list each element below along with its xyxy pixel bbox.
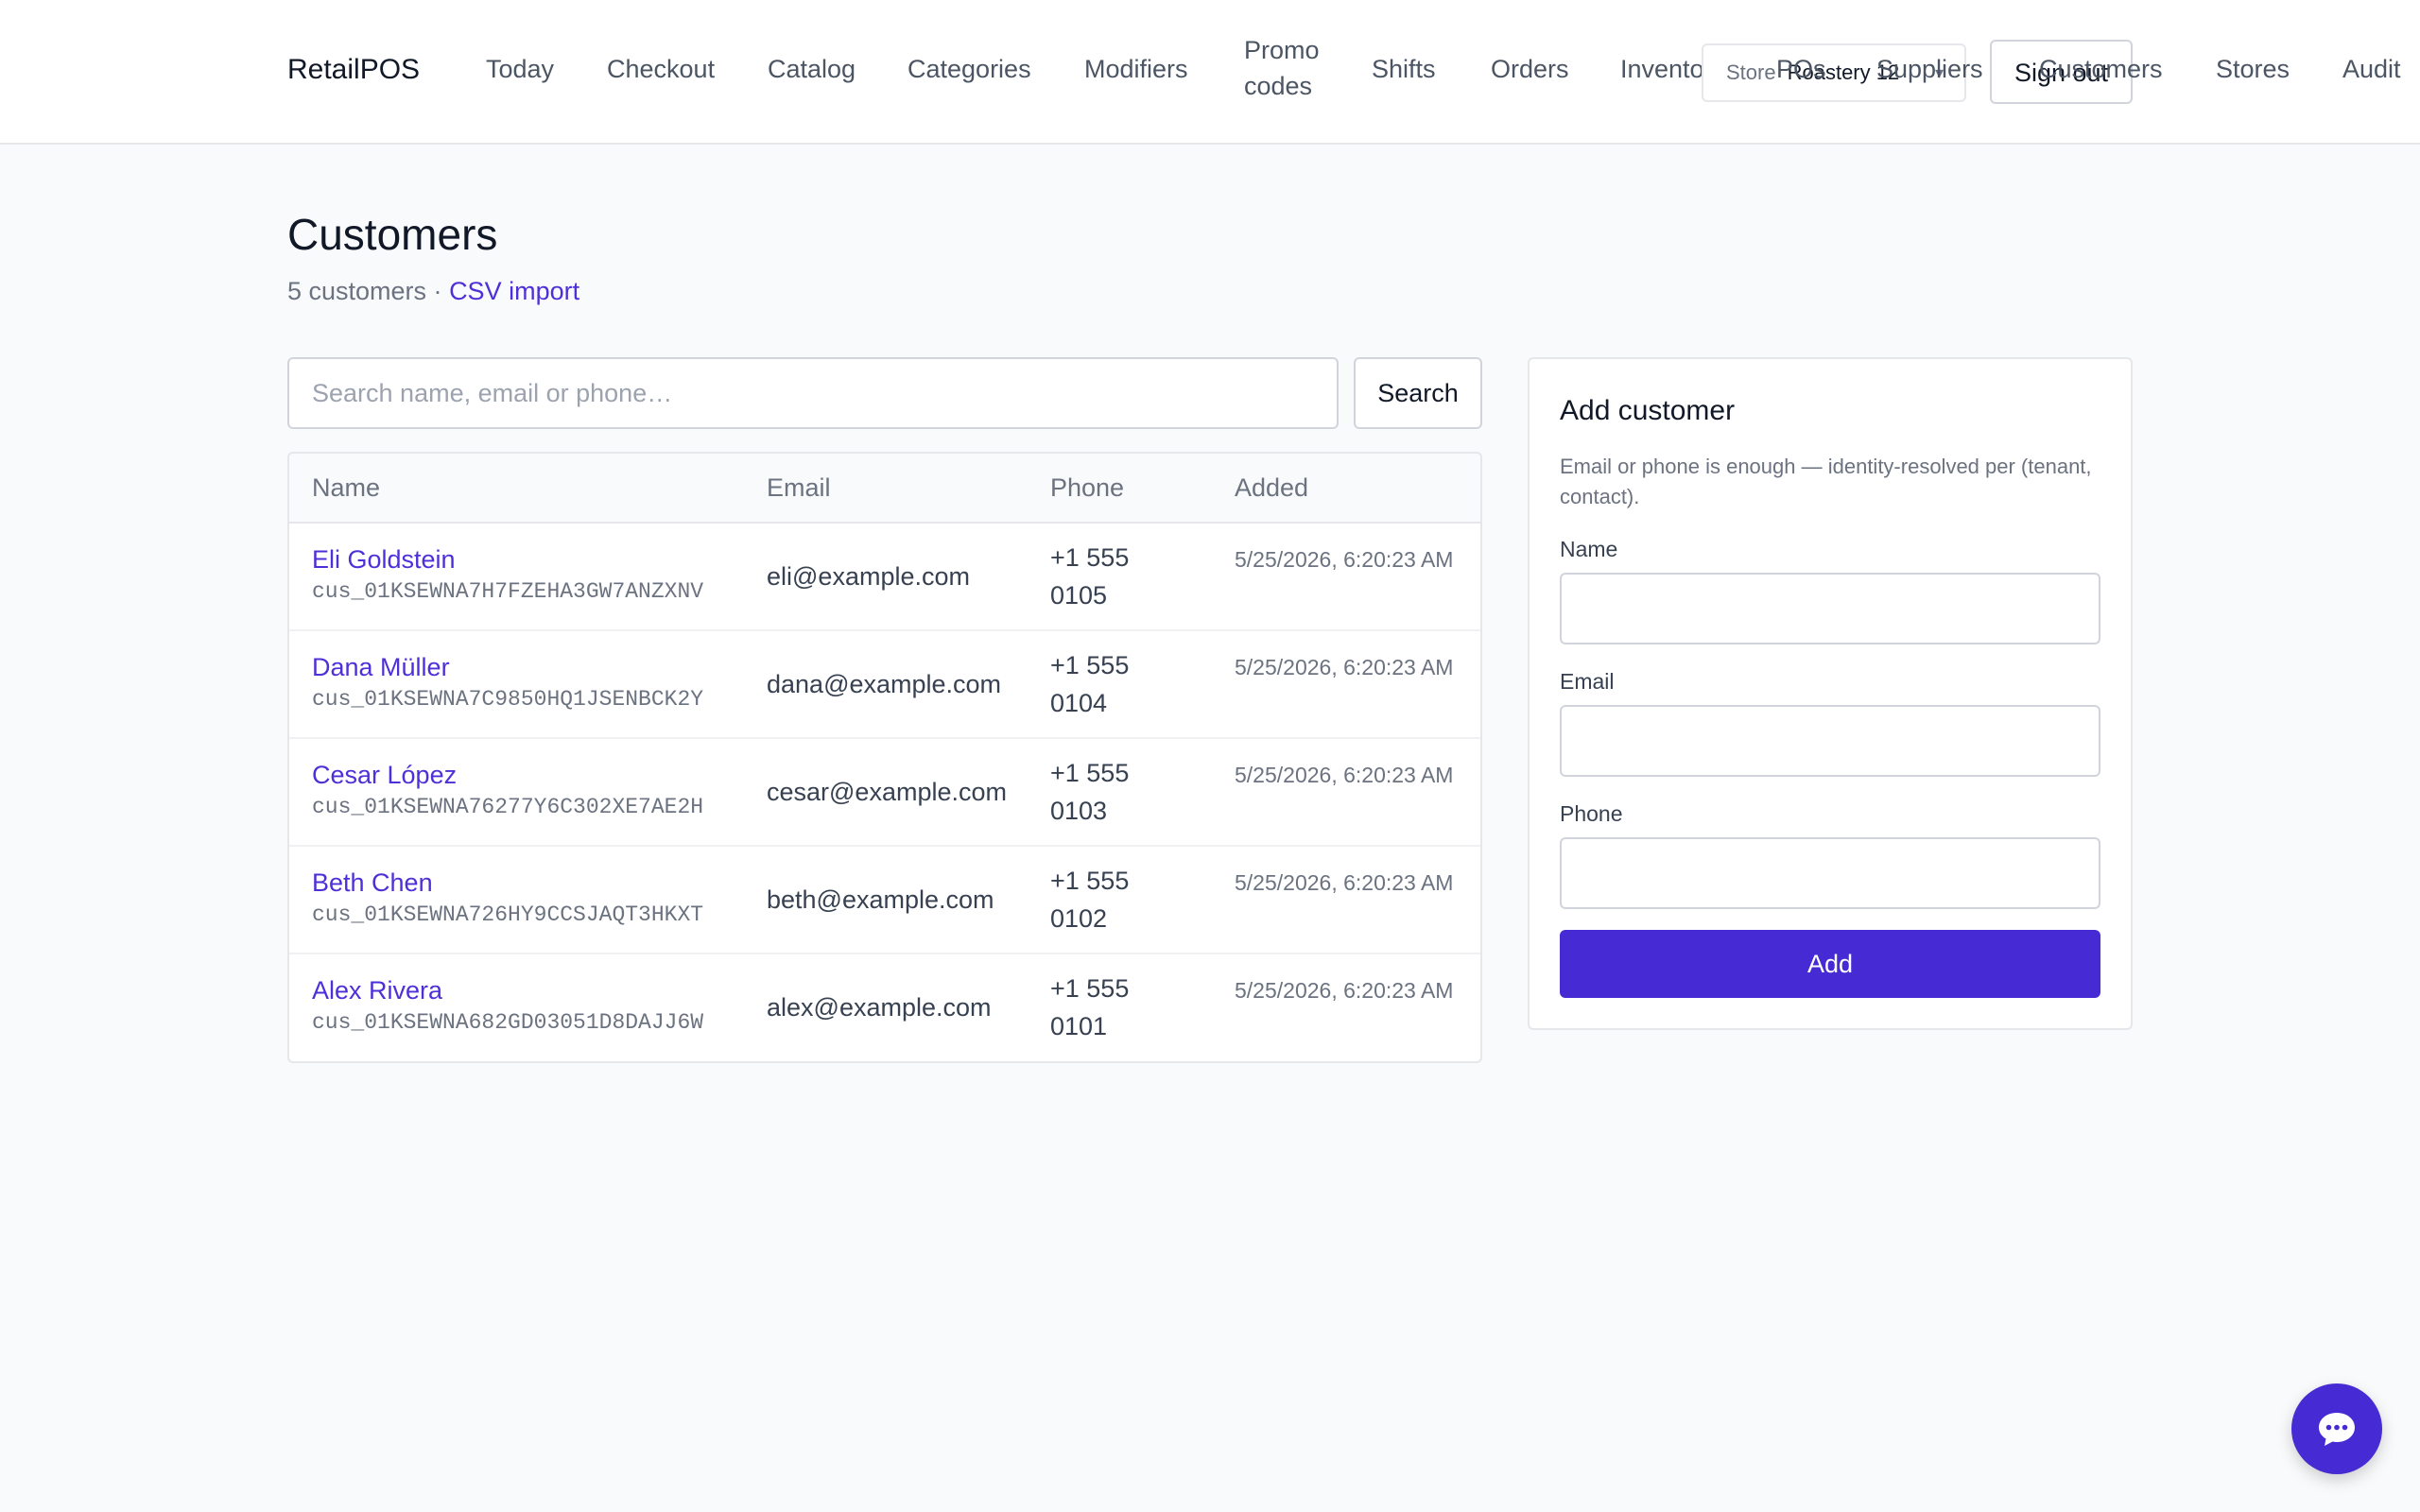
customer-count: 5 customers · CSV import xyxy=(287,274,579,308)
customer-email: eli@example.com xyxy=(767,562,970,591)
nav-item-modifiers[interactable]: Modifiers xyxy=(1084,51,1188,87)
email-field[interactable] xyxy=(1560,705,2100,777)
nav-item-suppliers[interactable]: Suppliers xyxy=(1876,51,1983,87)
nav-item-catalog[interactable]: Catalog xyxy=(768,51,856,87)
nav-item-stores[interactable]: Stores xyxy=(2216,51,2290,87)
customer-id: cus_01KSEWNA726HY9CCSJAQT3HKXT xyxy=(312,902,704,927)
customer-email: dana@example.com xyxy=(767,670,1002,698)
nav-item-promo-codes[interactable]: Promo codes xyxy=(1244,32,1329,104)
customer-name-cell: Dana Müller cus_01KSEWNA7C9850HQ1JSENBCK… xyxy=(312,650,703,714)
customer-email: cesar@example.com xyxy=(767,778,1007,806)
customer-phone: +1 555 0105 xyxy=(1050,543,1130,610)
customer-id: cus_01KSEWNA7H7FZEHA3GW7ANZXNV xyxy=(312,579,704,604)
nav-item-pos[interactable]: POs xyxy=(1776,51,1826,87)
column-header-added[interactable]: Added xyxy=(1235,454,1308,522)
add-customer-title: Add customer xyxy=(1560,395,1736,426)
table-row: Beth Chen cus_01KSEWNA726HY9CCSJAQT3HKXT… xyxy=(289,847,1480,954)
phone-field[interactable] xyxy=(1560,837,2100,909)
nav-item-shifts[interactable]: Shifts xyxy=(1372,51,1436,87)
search-input[interactable] xyxy=(287,357,1339,429)
customer-name-link[interactable]: Alex Rivera xyxy=(312,973,703,1007)
table-row: Dana Müller cus_01KSEWNA7C9850HQ1JSENBCK… xyxy=(289,631,1480,739)
phone-label: Phone xyxy=(1560,801,1623,826)
customer-name-link[interactable]: Eli Goldstein xyxy=(312,542,703,576)
customer-email: beth@example.com xyxy=(767,885,994,914)
customer-added: 5/25/2026, 6:20:23 AM xyxy=(1235,655,1454,679)
customer-name-link[interactable]: Dana Müller xyxy=(312,650,703,684)
chat-bubble-icon xyxy=(2319,1413,2355,1446)
csv-import-link[interactable]: CSV import xyxy=(449,277,579,305)
customer-name-cell: Eli Goldstein cus_01KSEWNA7H7FZEHA3GW7AN… xyxy=(312,542,703,607)
table-header: Name Email Phone Added xyxy=(289,454,1480,524)
customer-count-text: 5 customers · xyxy=(287,277,442,305)
add-customer-help: Email or phone is enough — identity-reso… xyxy=(1560,455,2092,508)
nav-item-today[interactable]: Today xyxy=(486,51,554,87)
nav-item-categories[interactable]: Categories xyxy=(908,51,1031,87)
customer-name-cell: Cesar López cus_01KSEWNA76277Y6C302XE7AE… xyxy=(312,758,703,822)
table-row: Alex Rivera cus_01KSEWNA682GD03051D8DAJJ… xyxy=(289,954,1480,1061)
chat-button[interactable] xyxy=(2291,1383,2382,1474)
table-row: Eli Goldstein cus_01KSEWNA7H7FZEHA3GW7AN… xyxy=(289,524,1480,631)
name-label: Name xyxy=(1560,537,1618,561)
customer-email: alex@example.com xyxy=(767,993,992,1022)
page-title: Customers xyxy=(287,210,498,259)
add-customer-button[interactable]: Add xyxy=(1560,930,2100,998)
customer-name-cell: Beth Chen cus_01KSEWNA726HY9CCSJAQT3HKXT xyxy=(312,866,703,930)
name-field[interactable] xyxy=(1560,573,2100,644)
customer-name-link[interactable]: Cesar López xyxy=(312,758,703,792)
add-customer-panel: Add customer Email or phone is enough — … xyxy=(1528,357,2133,1030)
customer-phone: +1 555 0103 xyxy=(1050,759,1130,825)
top-nav-bar: RetailPOS Today Checkout Catalog Categor… xyxy=(0,0,2420,145)
brand-logo[interactable]: RetailPOS xyxy=(287,53,420,87)
customer-added: 5/25/2026, 6:20:23 AM xyxy=(1235,763,1454,787)
store-select-label: Store xyxy=(1726,60,1776,84)
customer-phone: +1 555 0101 xyxy=(1050,974,1130,1040)
customer-id: cus_01KSEWNA76277Y6C302XE7AE2H xyxy=(312,795,704,819)
customers-table: Name Email Phone Added Eli Goldstein cus… xyxy=(287,452,1482,1063)
column-header-email[interactable]: Email xyxy=(767,454,831,522)
table-row: Cesar López cus_01KSEWNA76277Y6C302XE7AE… xyxy=(289,739,1480,847)
customer-phone: +1 555 0104 xyxy=(1050,651,1130,717)
customer-name-cell: Alex Rivera cus_01KSEWNA682GD03051D8DAJJ… xyxy=(312,973,703,1038)
customer-added: 5/25/2026, 6:20:23 AM xyxy=(1235,547,1454,572)
nav-item-audit[interactable]: Audit xyxy=(2342,51,2401,87)
email-label: Email xyxy=(1560,669,1615,694)
nav-item-orders[interactable]: Orders xyxy=(1491,51,1569,87)
nav-item-checkout[interactable]: Checkout xyxy=(607,51,715,87)
column-header-phone[interactable]: Phone xyxy=(1050,454,1124,522)
column-header-name[interactable]: Name xyxy=(312,454,380,522)
search-button[interactable]: Search xyxy=(1354,357,1482,429)
customer-name-link[interactable]: Beth Chen xyxy=(312,866,703,900)
customer-id: cus_01KSEWNA7C9850HQ1JSENBCK2Y xyxy=(312,687,704,712)
customer-added: 5/25/2026, 6:20:23 AM xyxy=(1235,978,1454,1003)
nav-item-customers[interactable]: Customers xyxy=(2039,51,2163,87)
customer-added: 5/25/2026, 6:20:23 AM xyxy=(1235,870,1454,895)
customer-phone: +1 555 0102 xyxy=(1050,867,1130,933)
customer-id: cus_01KSEWNA682GD03051D8DAJJ6W xyxy=(312,1010,704,1035)
